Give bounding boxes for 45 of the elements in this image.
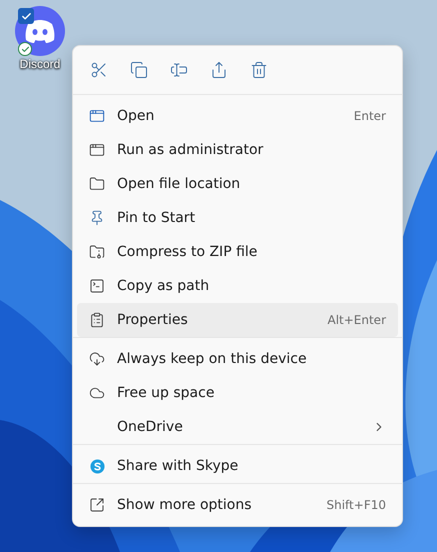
trash-icon: [250, 61, 268, 79]
menu-item-label: Properties: [117, 312, 189, 328]
menu-item-label: OneDrive: [117, 419, 184, 435]
copy-icon: [130, 61, 148, 79]
menu-item-label: Compress to ZIP file: [117, 244, 258, 260]
menu-item-label: Always keep on this device: [117, 351, 308, 367]
checkmark-icon: [20, 10, 32, 22]
menu-item-label: Free up space: [117, 385, 216, 401]
share-icon: [210, 61, 228, 79]
menu-item[interactable]: Open file location: [77, 167, 398, 201]
path-icon: [89, 278, 105, 294]
pin-icon: [89, 210, 105, 226]
expand-icon: [89, 497, 105, 513]
menu-item-label: Run as administrator: [117, 142, 264, 158]
shortcut-text: Alt+Enter: [327, 313, 386, 327]
cloud-download-icon: [89, 351, 105, 367]
shortcut-text: Enter: [354, 109, 386, 123]
menu-item-label: Share with Skype: [117, 458, 240, 474]
window-icon: [89, 108, 105, 124]
menu-item[interactable]: Free up space: [77, 376, 398, 410]
menu-item-label: Open file location: [117, 176, 242, 192]
properties-icon: [89, 312, 105, 328]
folder-icon: [89, 176, 105, 192]
menu-item-label: Open: [117, 108, 156, 124]
menu-item[interactable]: Pin to Start: [77, 201, 398, 235]
menu-item[interactable]: Always keep on this device: [77, 342, 398, 376]
checkmark-icon: [20, 44, 30, 54]
menu-item[interactable]: Run as administrator: [77, 133, 398, 167]
menu-item[interactable]: Compress to ZIP file: [77, 235, 398, 269]
menu-item-label: Show more options: [117, 497, 253, 513]
menu-item[interactable]: Properties Alt+Enter: [77, 303, 398, 337]
menu-item[interactable]: Copy as path: [77, 269, 398, 303]
menu-item[interactable]: Open Enter: [77, 99, 398, 133]
cloud-icon: [89, 385, 105, 401]
scissors-icon: [90, 61, 108, 79]
zip-folder-icon: [89, 244, 105, 260]
menu-item-label: Copy as path: [117, 278, 210, 294]
skype-icon: [90, 458, 104, 474]
selection-checkbox[interactable]: [18, 8, 34, 24]
shortcut-text: Shift+F10: [326, 498, 386, 512]
menu-item-label: Pin to Start: [117, 210, 196, 226]
menu-item[interactable]: Show more options Shift+F10: [77, 488, 398, 522]
rename-icon: [170, 61, 188, 79]
menu-item[interactable]: OneDrive: [77, 410, 398, 444]
menu-item[interactable]: Share with Skype: [77, 449, 398, 483]
